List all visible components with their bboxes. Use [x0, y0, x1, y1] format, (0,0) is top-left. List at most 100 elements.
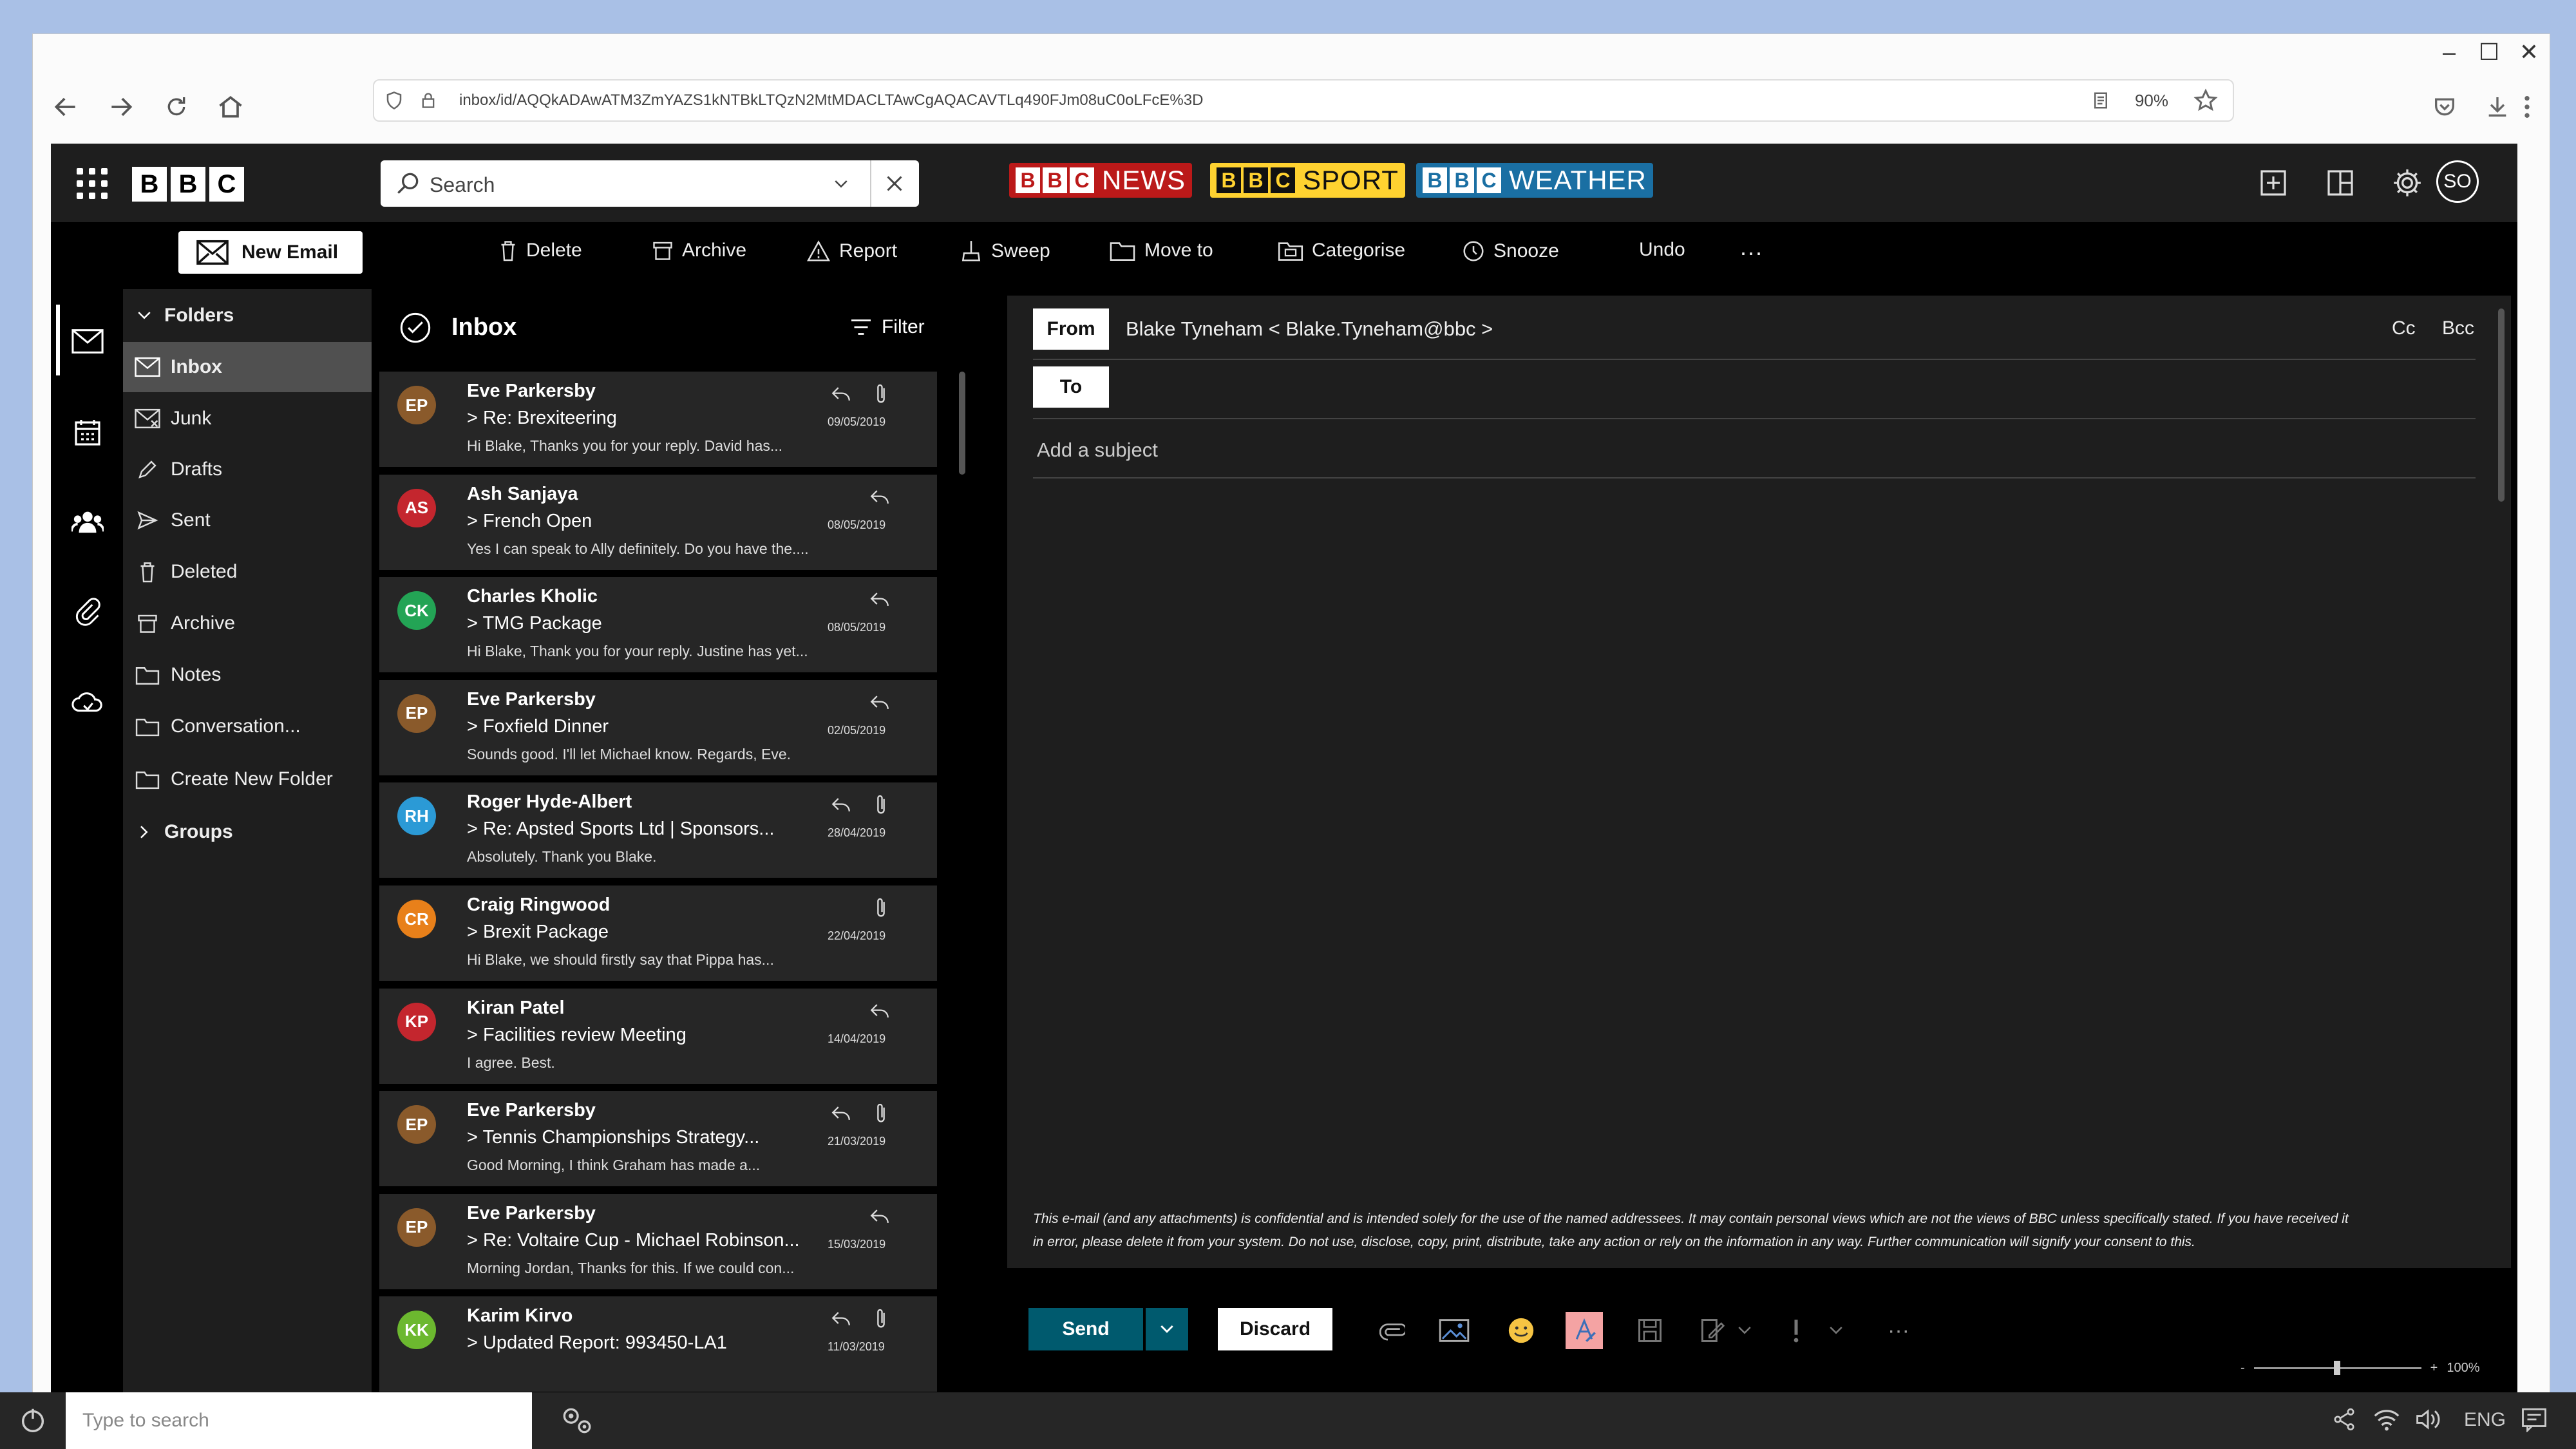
- insert-picture-icon[interactable]: [1435, 1312, 1473, 1349]
- menu-icon[interactable]: [2517, 90, 2537, 124]
- groups-header[interactable]: Groups: [123, 807, 372, 857]
- folder-sent[interactable]: Sent: [123, 495, 372, 545]
- zoom-slider[interactable]: [2253, 1361, 2421, 1375]
- message-body[interactable]: [1033, 489, 2476, 1197]
- download-icon[interactable]: [2480, 90, 2515, 124]
- new-email-button[interactable]: New Email: [178, 231, 363, 274]
- avatar[interactable]: SO: [2436, 160, 2479, 203]
- format-text-icon[interactable]: [1566, 1312, 1603, 1349]
- compose-scrollbar[interactable]: [2498, 308, 2505, 502]
- bcc-button[interactable]: Bcc: [2442, 317, 2474, 339]
- star-icon[interactable]: [2193, 88, 2219, 113]
- undo-button[interactable]: Undo: [1639, 239, 1685, 261]
- share-icon[interactable]: [2331, 1406, 2357, 1432]
- search-input[interactable]: Search: [381, 160, 919, 207]
- report-button[interactable]: Report: [806, 239, 897, 263]
- folder-junk[interactable]: Junk: [123, 393, 372, 444]
- bbc-weather-link[interactable]: BBC WEATHER: [1416, 163, 1653, 198]
- reader-icon[interactable]: [2091, 89, 2110, 112]
- bbc-sport-link[interactable]: BBC SPORT: [1210, 163, 1405, 198]
- from-button[interactable]: From: [1033, 308, 1109, 350]
- home-icon[interactable]: [213, 90, 248, 124]
- importance-dropdown-icon[interactable]: [1823, 1312, 1849, 1349]
- close-icon[interactable]: ✕: [2517, 41, 2541, 64]
- zoom-out-button[interactable]: -: [2240, 1361, 2245, 1376]
- app-launcher-icon[interactable]: [77, 168, 108, 199]
- folder-notes[interactable]: Notes: [123, 650, 372, 700]
- delete-button[interactable]: Delete: [498, 239, 582, 262]
- discard-button[interactable]: Discard: [1218, 1308, 1332, 1350]
- wifi-icon[interactable]: [2372, 1406, 2401, 1432]
- add-tab-icon[interactable]: [2256, 166, 2291, 200]
- list-item[interactable]: EP Eve Parkersby > Foxfield Dinner Sounds g…: [379, 679, 937, 775]
- calendar-icon[interactable]: [70, 415, 105, 450]
- list-scrollbar[interactable]: [959, 372, 965, 475]
- signature-icon[interactable]: [1693, 1312, 1730, 1349]
- subject-input[interactable]: Add a subject: [1033, 427, 2476, 473]
- taskbar-search[interactable]: Type to search: [66, 1392, 532, 1449]
- list-item[interactable]: EP Eve Parkersby > Re: Brexiteering Hi Blak…: [379, 372, 937, 467]
- clear-icon[interactable]: [883, 172, 906, 195]
- categorise-button[interactable]: Categorise: [1277, 239, 1405, 262]
- volume-icon[interactable]: [2414, 1406, 2442, 1432]
- send-button[interactable]: Send: [1028, 1308, 1143, 1350]
- to-button[interactable]: To: [1033, 366, 1109, 408]
- move-to-button[interactable]: Move to: [1108, 239, 1213, 262]
- cc-button[interactable]: Cc: [2392, 317, 2416, 339]
- reload-icon[interactable]: [159, 90, 194, 124]
- filter-button[interactable]: Filter: [849, 316, 925, 338]
- folder-conversation[interactable]: Conversation...: [123, 701, 372, 752]
- notifications-icon[interactable]: [2521, 1406, 2548, 1432]
- bbc-logo[interactable]: B B C: [132, 167, 244, 202]
- layout-icon[interactable]: [2323, 166, 2358, 200]
- signature-dropdown-icon[interactable]: [1732, 1312, 1757, 1349]
- attach-icon[interactable]: [1374, 1312, 1411, 1349]
- select-all-icon[interactable]: [399, 311, 432, 345]
- list-item[interactable]: AS Ash Sanjaya > French Open Yes I can spea…: [379, 474, 937, 570]
- zoom-level[interactable]: 90%: [2135, 91, 2168, 111]
- list-item[interactable]: CR Craig Ringwood > Brexit Package Hi Blake…: [379, 886, 937, 981]
- list-item[interactable]: EP Eve Parkersby > Re: Voltaire Cup - Mich…: [379, 1193, 937, 1289]
- settings-icon[interactable]: [559, 1404, 594, 1439]
- mail-icon[interactable]: [70, 324, 105, 359]
- zoom-in-button[interactable]: +: [2430, 1361, 2438, 1376]
- sender-avatar: CR: [397, 900, 436, 938]
- minimize-icon[interactable]: –: [2438, 41, 2461, 64]
- list-item[interactable]: EP Eve Parkersby > Tennis Championships St…: [379, 1091, 937, 1187]
- sweep-button[interactable]: Sweep: [959, 239, 1050, 263]
- language-indicator[interactable]: ENG: [2464, 1409, 2506, 1431]
- address-bar[interactable]: inbox/id/AQQkADAwATM3ZmYAZS1kNTBkLTQzN2M…: [373, 79, 2234, 122]
- importance-icon[interactable]: [1783, 1312, 1809, 1349]
- mail-app: B B C Search BBC NEWS BBC SPORT BBC WEAT…: [51, 144, 2517, 1396]
- archive-button[interactable]: Archive: [651, 239, 746, 262]
- to-field[interactable]: [1126, 366, 2465, 408]
- list-item[interactable]: RH Roger Hyde-Albert > Re: Apsted Sports L…: [379, 782, 937, 878]
- list-item[interactable]: KP Kiran Patel > Facilities review Meeting…: [379, 988, 937, 1084]
- save-icon[interactable]: [1631, 1312, 1669, 1349]
- folders-header[interactable]: Folders: [123, 290, 372, 341]
- list-item[interactable]: KK Karim Kirvo > Updated Report: 993450-LA…: [379, 1296, 937, 1392]
- more-commands-icon[interactable]: ···: [1739, 239, 1763, 266]
- create-new-folder[interactable]: Create New Folder: [123, 754, 372, 804]
- forward-icon[interactable]: [104, 90, 138, 124]
- replied-icon: [830, 1103, 852, 1124]
- attachment-icon[interactable]: [70, 594, 105, 629]
- power-icon[interactable]: [18, 1405, 48, 1438]
- maximize-icon[interactable]: ☐: [2477, 41, 2501, 64]
- more-options-icon[interactable]: ···: [1880, 1312, 1917, 1349]
- folder-archive[interactable]: Archive: [123, 598, 372, 649]
- gear-icon[interactable]: [2390, 166, 2425, 200]
- folder-drafts[interactable]: Drafts: [123, 444, 372, 495]
- folder-deleted[interactable]: Deleted: [123, 547, 372, 597]
- folder-inbox[interactable]: Inbox: [123, 342, 372, 392]
- snooze-button[interactable]: Snooze: [1461, 239, 1559, 263]
- back-icon[interactable]: [48, 90, 83, 124]
- cloud-icon[interactable]: [70, 685, 105, 719]
- pocket-icon[interactable]: [2427, 90, 2462, 124]
- send-options-button[interactable]: [1146, 1308, 1188, 1350]
- emoji-icon[interactable]: [1502, 1312, 1540, 1349]
- list-item[interactable]: CK Charles Kholic > TMG Package Hi Blake, T…: [379, 577, 937, 673]
- people-icon[interactable]: [70, 504, 105, 539]
- chevron-down-icon[interactable]: [831, 175, 851, 194]
- bbc-news-link[interactable]: BBC NEWS: [1009, 163, 1192, 198]
